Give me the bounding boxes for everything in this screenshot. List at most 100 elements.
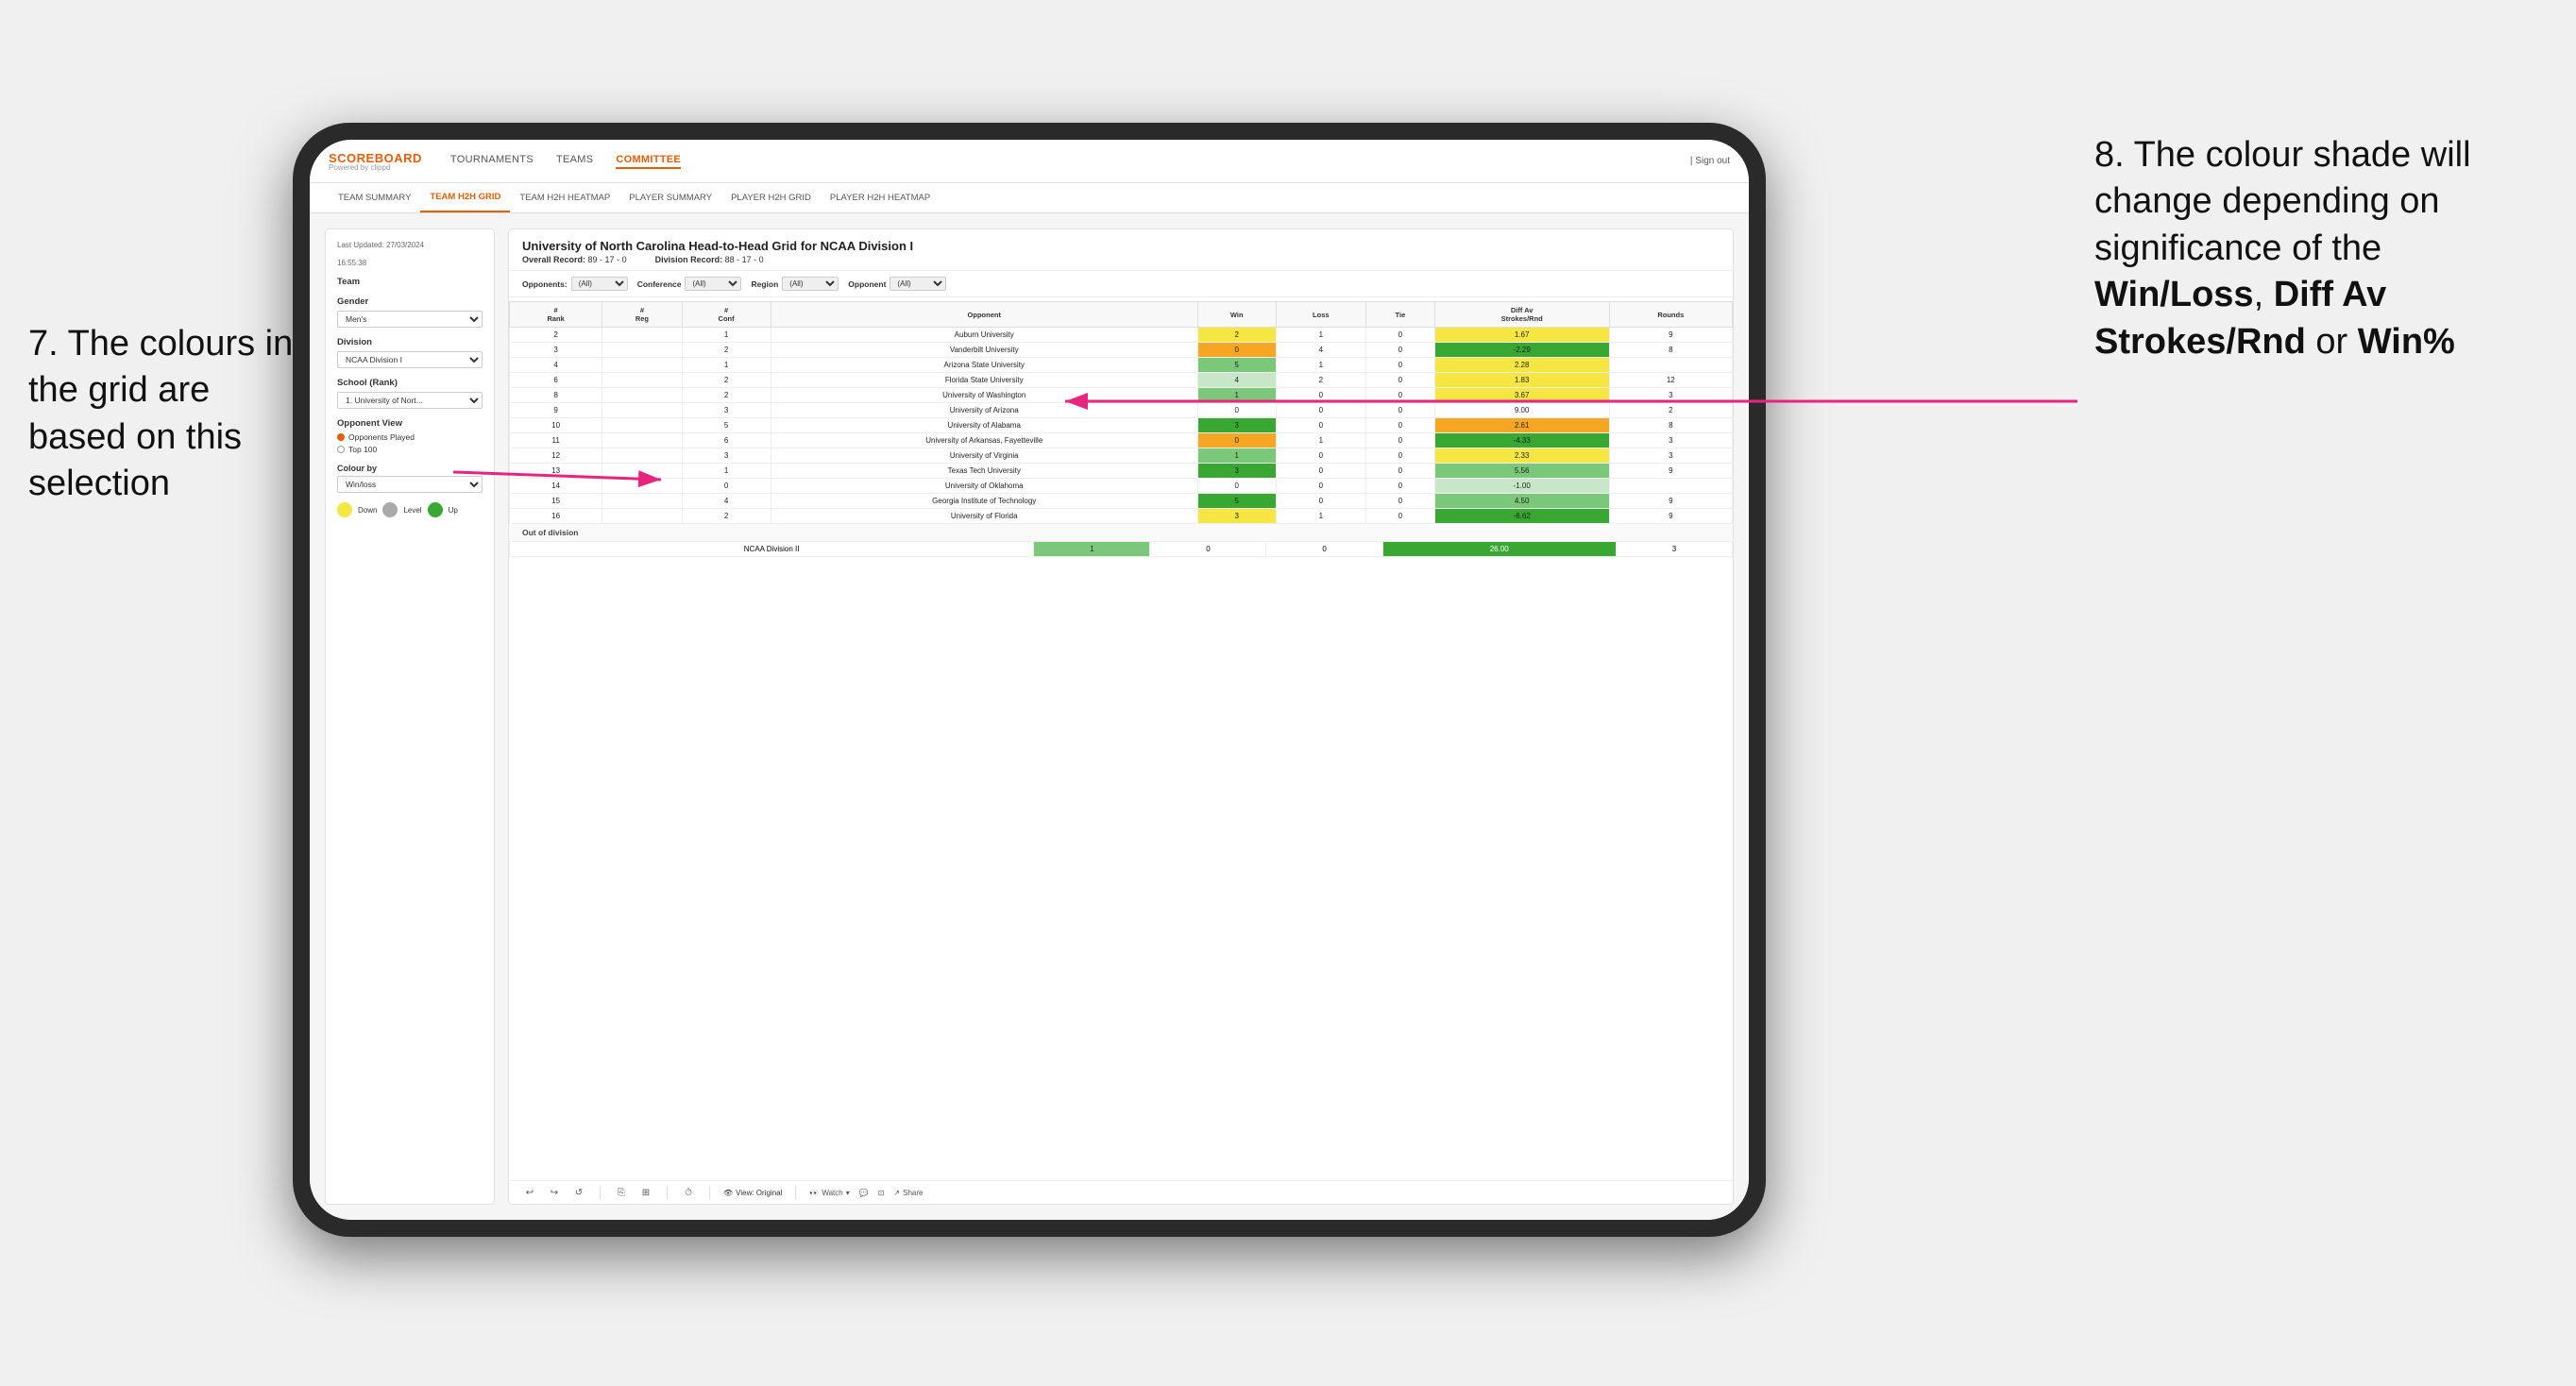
overall-record-label: Overall Record: 89 - 17 - 0: [522, 255, 627, 264]
cell-reg: [602, 464, 682, 479]
cell-conf: 2: [682, 509, 771, 524]
opponent-view-label: Opponent View: [337, 418, 483, 429]
cell-tie: 0: [1366, 358, 1435, 373]
cell-rank: 8: [510, 388, 602, 403]
col-rank: #Rank: [510, 302, 602, 328]
refresh-icon[interactable]: ↺: [571, 1185, 586, 1200]
view-label[interactable]: 👁 View: Original: [723, 1189, 782, 1197]
share-button[interactable]: ↗ Share: [893, 1189, 923, 1197]
opponent-filter-select[interactable]: (All): [890, 277, 946, 291]
opponent-filter-label: Opponent: [848, 279, 886, 289]
comment-icon[interactable]: 💬: [859, 1189, 869, 1197]
cell-diff: -2.29: [1434, 343, 1609, 358]
cell-tie: 0: [1366, 433, 1435, 448]
sign-out-link[interactable]: | Sign out: [1690, 156, 1730, 166]
subnav-team-h2h-grid[interactable]: TEAM H2H GRID: [420, 183, 510, 212]
division-select[interactable]: NCAA Division I: [337, 351, 483, 368]
cell-reg: [602, 358, 682, 373]
region-filter-select[interactable]: (All): [782, 277, 839, 291]
opponents-filter-label: Opponents:: [522, 279, 568, 289]
cell-loss: 1: [1276, 433, 1366, 448]
cell-reg: [602, 494, 682, 509]
cell-reg: [602, 448, 682, 464]
division-section: Division NCAA Division I: [337, 337, 483, 368]
redo-icon[interactable]: ↪: [547, 1185, 562, 1200]
cell-diff: 5.56: [1434, 464, 1609, 479]
col-rounds: Rounds: [1609, 302, 1732, 328]
school-select[interactable]: 1. University of Nort...: [337, 392, 483, 409]
cell-win: 0: [1197, 433, 1276, 448]
subnav-player-h2h-heatmap[interactable]: PLAYER H2H HEATMAP: [821, 183, 940, 212]
cell-tie: 0: [1366, 373, 1435, 388]
cell-tie: 0: [1366, 479, 1435, 494]
cell-diff: -1.00: [1434, 479, 1609, 494]
cell-rounds: 9: [1609, 494, 1732, 509]
school-section: School (Rank) 1. University of Nort...: [337, 378, 483, 409]
cell-opponent: University of Florida: [771, 509, 1197, 524]
subnav-team-h2h-heatmap[interactable]: TEAM H2H HEATMAP: [510, 183, 619, 212]
main-content: Last Updated: 27/03/2024 16:55:38 Team G…: [310, 213, 1749, 1220]
cell-rounds: 9: [1609, 509, 1732, 524]
colour-by-section: Colour by Win/loss: [337, 464, 483, 493]
cell-rounds: 8: [1609, 418, 1732, 433]
subnav-player-h2h-grid[interactable]: PLAYER H2H GRID: [721, 183, 821, 212]
data-table-wrap[interactable]: #Rank #Reg #Conf Opponent Win Loss Tie D…: [509, 297, 1733, 1180]
cell-win: 3: [1197, 418, 1276, 433]
cell-loss: 0: [1276, 479, 1366, 494]
grid-icon[interactable]: ⊞: [638, 1185, 653, 1200]
cell-reg: [602, 403, 682, 418]
clock-icon[interactable]: ⏱: [681, 1185, 696, 1200]
nav-committee[interactable]: COMMITTEE: [616, 154, 681, 169]
cell-out-rounds: 3: [1616, 542, 1732, 557]
nav-teams[interactable]: TEAMS: [556, 154, 593, 169]
col-reg: #Reg: [602, 302, 682, 328]
cell-win: 3: [1197, 464, 1276, 479]
radio-opponents-played[interactable]: Opponents Played: [337, 432, 483, 442]
cell-opponent: Texas Tech University: [771, 464, 1197, 479]
toolbar-sep-3: [709, 1186, 710, 1199]
table-row: 15 4 Georgia Institute of Technology 5 0…: [510, 494, 1733, 509]
opponents-filter-select[interactable]: (All): [571, 277, 628, 291]
cell-loss: 1: [1276, 509, 1366, 524]
cell-win: 1: [1197, 388, 1276, 403]
cell-win: 4: [1197, 373, 1276, 388]
subnav-team-summary[interactable]: TEAM SUMMARY: [329, 183, 420, 212]
cell-reg: [602, 418, 682, 433]
grid-record-row: Overall Record: 89 - 17 - 0 Division Rec…: [522, 255, 1720, 264]
cell-rank: 11: [510, 433, 602, 448]
cell-win: 0: [1197, 479, 1276, 494]
out-of-division-label: Out of division: [509, 524, 1733, 541]
cell-rank: 6: [510, 373, 602, 388]
nav-tournaments[interactable]: TOURNAMENTS: [450, 154, 534, 169]
grid-header: University of North Carolina Head-to-Hea…: [509, 229, 1733, 271]
subnav-player-summary[interactable]: PLAYER SUMMARY: [619, 183, 721, 212]
cell-tie: 0: [1366, 494, 1435, 509]
cell-conf: 2: [682, 343, 771, 358]
cell-reg: [602, 328, 682, 343]
cell-conf: 6: [682, 433, 771, 448]
opponent-view-section: Opponent View Opponents Played Top 100: [337, 418, 483, 454]
region-filter: Region (All): [751, 277, 839, 291]
gender-select[interactable]: Men's: [337, 311, 483, 328]
radio-top100[interactable]: Top 100: [337, 445, 483, 454]
cell-opponent: Auburn University: [771, 328, 1197, 343]
cell-out-loss: 0: [1150, 542, 1266, 557]
cell-reg: [602, 433, 682, 448]
undo-icon[interactable]: ↩: [522, 1185, 537, 1200]
cell-out-tie: 0: [1266, 542, 1382, 557]
copy-icon[interactable]: ⎘: [614, 1185, 629, 1200]
cell-tie: 0: [1366, 448, 1435, 464]
toolbar-sep-1: [600, 1186, 601, 1199]
conference-filter-select[interactable]: (All): [685, 277, 741, 291]
cell-reg: [602, 373, 682, 388]
layout-icon[interactable]: ⊡: [878, 1189, 885, 1197]
data-table: #Rank #Reg #Conf Opponent Win Loss Tie D…: [509, 301, 1733, 524]
cell-win: 3: [1197, 509, 1276, 524]
cell-loss: 2: [1276, 373, 1366, 388]
cell-conf: 3: [682, 448, 771, 464]
cell-tie: 0: [1366, 328, 1435, 343]
cell-conf: 3: [682, 403, 771, 418]
colour-by-select[interactable]: Win/loss: [337, 476, 483, 493]
watch-button[interactable]: 👀 Watch ▾: [809, 1189, 849, 1197]
table-row: 13 1 Texas Tech University 3 0 0 5.56 9: [510, 464, 1733, 479]
